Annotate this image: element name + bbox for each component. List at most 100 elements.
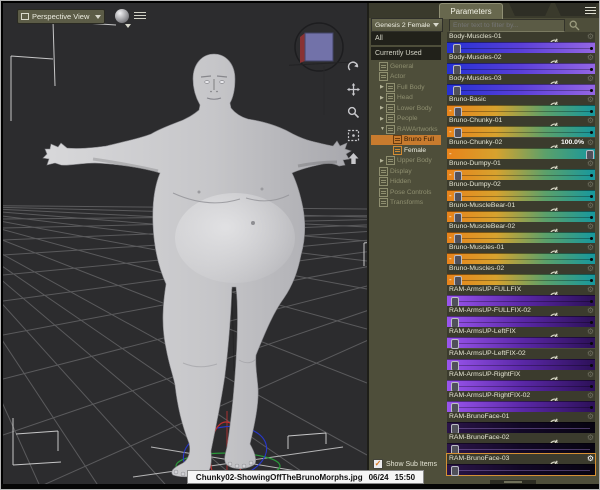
slider-ram-armsup-leftfix[interactable]: RAM-ArmsUP-LeftFIX ⚙ xyxy=(447,327,595,350)
gear-icon[interactable]: ⚙ xyxy=(587,116,594,126)
tree-item-bruno-full[interactable]: Bruno Full xyxy=(371,134,441,145)
slider-track[interactable] xyxy=(447,464,595,476)
gear-icon[interactable]: ⚙ xyxy=(587,74,594,84)
slider-body-muscles-02[interactable]: Body-Muscles-02 ⚙ xyxy=(447,53,595,76)
slider-track[interactable]: - xyxy=(447,210,595,223)
cube-front-face[interactable] xyxy=(304,32,334,62)
gear-icon[interactable]: ⚙ xyxy=(587,243,594,253)
camera-selector-dropdown[interactable]: Perspective View xyxy=(17,9,105,24)
gear-icon[interactable]: ⚙ xyxy=(587,391,594,401)
pan-tool-icon[interactable] xyxy=(346,82,361,97)
tree-item-display[interactable]: Display xyxy=(371,166,441,177)
slider-bruno-dumpy-01[interactable]: Bruno-Dumpy-01 ⚙ - xyxy=(447,158,595,181)
slider-handle[interactable] xyxy=(451,466,460,476)
slider-track[interactable]: - xyxy=(447,274,595,287)
cube-left-face[interactable] xyxy=(300,33,305,63)
slider-header: RAM-BrunoFace-02 ⚙ xyxy=(447,432,595,446)
slider-bruno-basic[interactable]: Bruno-Basic ⚙ - xyxy=(447,95,595,118)
slider-ram-brunoface-02[interactable]: RAM-BrunoFace-02 ⚙ xyxy=(447,432,595,455)
slider-track[interactable] xyxy=(447,400,595,413)
tree-item-people[interactable]: ▶ People xyxy=(371,114,441,125)
tree-item-actor[interactable]: Actor xyxy=(371,72,441,83)
tree-item-general[interactable]: General xyxy=(371,61,441,72)
slider-track[interactable] xyxy=(447,63,595,76)
slider-track[interactable]: - xyxy=(447,231,595,244)
slider-track[interactable]: - xyxy=(447,126,595,139)
show-sub-items-row[interactable]: ✓ Show Sub Items xyxy=(373,459,437,469)
slider-bruno-muscles-02[interactable]: Bruno-Muscles-02 ⚙ - xyxy=(447,264,595,287)
slider-bruno-chunky-01[interactable]: Bruno-Chunky-01 ⚙ - xyxy=(447,116,595,139)
slider-track[interactable] xyxy=(447,358,595,371)
slider-track[interactable]: - xyxy=(447,253,595,265)
slider-track[interactable]: - xyxy=(447,189,595,202)
figure-selector-dropdown[interactable]: Genesis 2 Female xyxy=(371,18,443,32)
slider-bruno-musclebear-01[interactable]: Bruno-MuscleBear-01 ⚙ - xyxy=(447,200,595,223)
slider-ram-brunoface-01[interactable]: RAM-BrunoFace-01 ⚙ xyxy=(447,411,595,434)
gear-icon[interactable]: ⚙ xyxy=(587,327,594,337)
slider-bruno-muscles-01[interactable]: Bruno-Muscles-01 ⚙ - xyxy=(447,243,595,265)
slider-track[interactable]: - xyxy=(447,168,595,181)
orbit-ball-menu-arrow-icon[interactable] xyxy=(125,24,131,28)
gear-icon[interactable]: ⚙ xyxy=(587,412,594,422)
slider-track[interactable]: - xyxy=(447,147,595,160)
tree-item-all[interactable]: All xyxy=(371,32,441,45)
slider-track[interactable] xyxy=(447,316,595,329)
slider-track[interactable] xyxy=(447,295,595,308)
slider-ram-armsup-leftfix-02[interactable]: RAM-ArmsUP-LeftFIX-02 ⚙ xyxy=(447,348,595,371)
tree-item-upper-body[interactable]: ▶ Upper Body xyxy=(371,156,441,167)
gear-icon[interactable]: ⚙ xyxy=(587,53,594,63)
slider-track[interactable] xyxy=(447,421,595,434)
slider-track[interactable] xyxy=(447,379,595,392)
gear-icon[interactable]: ⚙ xyxy=(587,180,594,190)
tree-item-full-body[interactable]: ▶ Full Body xyxy=(371,82,441,93)
tree-item-lower-body[interactable]: ▶ Lower Body xyxy=(371,103,441,114)
filter-input[interactable] xyxy=(449,19,565,32)
gear-icon[interactable]: ⚙ xyxy=(587,370,594,380)
dolly-zoom-tool-icon[interactable] xyxy=(346,105,361,120)
gear-icon[interactable]: ⚙ xyxy=(587,433,594,443)
show-sub-items-checkbox[interactable]: ✓ xyxy=(373,459,383,469)
viewport[interactable]: Perspective View xyxy=(3,3,367,484)
slider-ram-brunoface-03[interactable]: RAM-BrunoFace-03 ⚙ xyxy=(446,453,596,476)
slider-body-muscles-01[interactable]: Body-Muscles-01 ⚙ xyxy=(447,32,595,54)
slider-track[interactable] xyxy=(447,42,595,54)
slider-track[interactable] xyxy=(447,84,595,97)
slider-bruno-dumpy-02[interactable]: Bruno-Dumpy-02 ⚙ - xyxy=(447,179,595,202)
slider-ram-armsup-rightfix-02[interactable]: RAM-ArmsUP-RightFIX-02 ⚙ xyxy=(447,390,595,413)
tree-item-rawartworks[interactable]: ▼ RAWArtworks xyxy=(371,124,441,135)
orbit-tool-icon[interactable] xyxy=(346,59,361,74)
tree-item-female[interactable]: Female xyxy=(371,145,441,156)
slider-bruno-musclebear-02[interactable]: Bruno-MuscleBear-02 ⚙ - xyxy=(447,221,595,244)
gear-icon[interactable]: ⚙ xyxy=(587,222,594,232)
slider-track[interactable] xyxy=(447,442,595,455)
slider-bruno-chunky-02[interactable]: Bruno-Chunky-02 100.0% ⚙ - xyxy=(447,137,595,160)
gear-icon[interactable]: ⚙ xyxy=(587,138,594,148)
tree-item-currently-used[interactable]: Currently Used xyxy=(371,46,441,60)
gear-icon[interactable]: ⚙ xyxy=(587,306,594,316)
tab-parameters[interactable]: Parameters xyxy=(439,3,503,19)
tree-item-head[interactable]: ▶ Head xyxy=(371,93,441,104)
gear-icon[interactable]: ⚙ xyxy=(587,454,594,464)
tree-item-hidden[interactable]: Hidden xyxy=(371,177,441,188)
slider-track[interactable]: - xyxy=(447,105,595,118)
slider-ram-armsup-fullfix[interactable]: RAM-ArmsUP-FULLFIX ⚙ xyxy=(447,285,595,308)
tree-item-pose-controls[interactable]: Pose Controls xyxy=(371,187,441,198)
slider-body-muscles-03[interactable]: Body-Muscles-03 ⚙ xyxy=(447,74,595,97)
gear-icon[interactable]: ⚙ xyxy=(587,264,594,274)
slider-track[interactable] xyxy=(447,337,595,350)
slider-ram-armsup-rightfix[interactable]: RAM-ArmsUP-RightFIX ⚙ xyxy=(447,369,595,392)
frame-tool-icon[interactable] xyxy=(346,128,361,143)
camera-up-tool-icon[interactable] xyxy=(346,151,361,166)
tree-item-transforms[interactable]: Transforms xyxy=(371,198,441,209)
gear-icon[interactable]: ⚙ xyxy=(587,349,594,359)
gear-icon[interactable]: ⚙ xyxy=(587,285,594,295)
gear-icon[interactable]: ⚙ xyxy=(587,201,594,211)
slider-ram-armsup-fullfix-02[interactable]: RAM-ArmsUP-FULLFIX-02 ⚙ xyxy=(447,306,595,329)
tab-hidden-1[interactable] xyxy=(509,3,551,16)
gear-icon[interactable]: ⚙ xyxy=(587,32,594,42)
panel-menu-icon[interactable] xyxy=(585,5,596,14)
viewport-options-icon[interactable] xyxy=(134,10,146,20)
gear-icon[interactable]: ⚙ xyxy=(587,159,594,169)
gear-icon[interactable]: ⚙ xyxy=(587,95,594,105)
orbit-ball[interactable] xyxy=(115,9,129,23)
